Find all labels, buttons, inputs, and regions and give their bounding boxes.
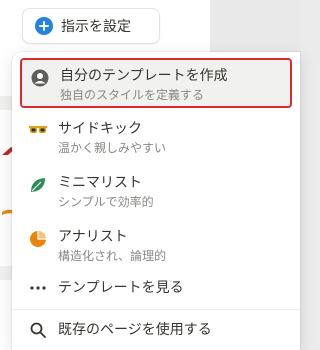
background-band bbox=[0, 96, 12, 110]
menu-item-title: 自分のテンプレートを作成 bbox=[60, 68, 228, 84]
menu-item-title: サイドキック bbox=[58, 121, 142, 137]
menu-item-description: シンプルで効率的 bbox=[58, 195, 154, 209]
ellipsis-icon bbox=[28, 278, 48, 298]
menu-item-title: アナリスト bbox=[58, 229, 128, 245]
menu-item-description: 温かく親しみやすい bbox=[58, 141, 167, 155]
menu-item-minimalist[interactable]: ミニマリスト シンプルで効率的 bbox=[20, 167, 292, 217]
template-menu: 自分のテンプレートを作成 独自のスタイルを定義する サイドキック 温かく親しみや… bbox=[12, 52, 300, 350]
use-existing-page-label: 既存のページを使用する bbox=[58, 322, 212, 338]
plus-icon bbox=[35, 17, 53, 35]
set-instructions-label: 指示を設定 bbox=[61, 19, 131, 35]
background-band bbox=[0, 266, 12, 280]
menu-item-sidekick[interactable]: サイドキック 温かく親しみやすい bbox=[20, 113, 292, 163]
menu-item-description: 独自のスタイルを定義する bbox=[60, 88, 205, 102]
set-instructions-button[interactable]: 指示を設定 bbox=[22, 8, 160, 44]
menu-item-create-template[interactable]: 自分のテンプレートを作成 独自のスタイルを定義する bbox=[20, 58, 292, 108]
view-templates-button[interactable]: テンプレートを見る bbox=[20, 270, 292, 306]
search-icon bbox=[28, 320, 48, 340]
pie-chart-icon bbox=[28, 229, 48, 249]
view-templates-label: テンプレートを見る bbox=[58, 280, 184, 296]
leaf-icon bbox=[28, 175, 48, 195]
menu-item-description: 構造化され、論理的 bbox=[58, 249, 167, 263]
menu-item-analyst[interactable]: アナリスト 構造化され、論理的 bbox=[20, 221, 292, 271]
menu-item-title: ミニマリスト bbox=[58, 175, 142, 191]
menu-divider bbox=[12, 309, 300, 310]
sunglasses-icon bbox=[28, 121, 48, 141]
user-circle-icon bbox=[30, 68, 50, 88]
use-existing-page-button[interactable]: 既存のページを使用する bbox=[20, 312, 292, 348]
